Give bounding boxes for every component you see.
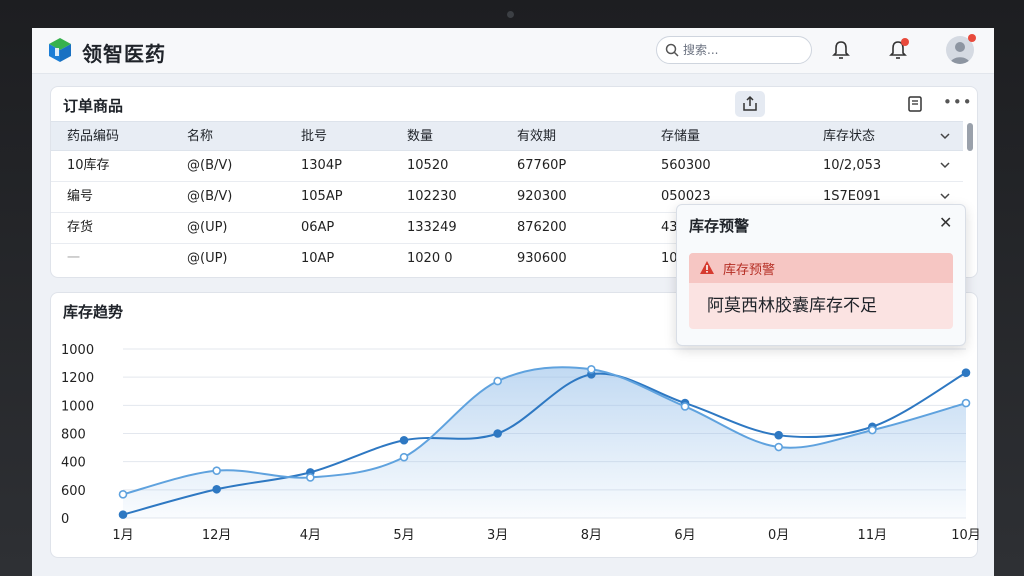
x-tick-label: 12月	[202, 528, 232, 543]
chevron-down-icon[interactable]	[939, 159, 951, 171]
table-cell: 930600	[517, 251, 567, 266]
warning-icon	[700, 261, 714, 274]
x-tick-label: 6月	[674, 528, 695, 543]
x-tick-label: 8月	[581, 528, 602, 543]
export-button[interactable]	[735, 91, 765, 117]
order-items-title: 订单商品	[63, 97, 124, 115]
table-row[interactable]: 10库存 @(B/V) 1304P 10520 67760P 560300 10…	[51, 151, 963, 182]
avatar-badge	[968, 34, 976, 42]
data-point	[118, 490, 128, 499]
chevron-down-icon[interactable]	[939, 130, 951, 142]
data-point	[680, 402, 690, 411]
data-point	[399, 435, 409, 445]
x-tick-label: 3月	[487, 528, 508, 543]
table-cell: @(B/V)	[187, 158, 233, 173]
column-header[interactable]: 名称	[187, 122, 213, 152]
y-tick-label: 1200	[61, 371, 94, 386]
app-screen: 领智医药 搜索... 订单商品 ••• 药品编码 名称 批号 数量 有效期 存储…	[32, 28, 994, 576]
data-point	[493, 376, 502, 386]
table-cell: 876200	[517, 220, 567, 235]
alert-message: 阿莫西林胶囊库存不足	[707, 296, 877, 316]
table-cell: @(UP)	[187, 220, 228, 235]
table-cell: 1020 0	[407, 251, 453, 266]
y-tick-label: 1000	[61, 343, 94, 358]
data-point	[774, 430, 783, 440]
column-header[interactable]: 存储量	[661, 122, 700, 152]
data-point	[212, 466, 221, 475]
table-cell: @(UP)	[187, 251, 228, 266]
table-cell: 一	[67, 251, 81, 266]
notification-badge	[901, 38, 909, 46]
column-header[interactable]: 有效期	[517, 122, 556, 152]
y-tick-label: 600	[61, 484, 86, 499]
data-point	[399, 452, 409, 462]
y-tick-label: 0	[61, 512, 69, 527]
data-point	[118, 510, 128, 519]
table-scrollbar[interactable]	[967, 123, 973, 151]
chevron-down-icon[interactable]	[939, 190, 951, 202]
search-placeholder: 搜索...	[683, 43, 719, 57]
top-bar: 领智医药 搜索...	[32, 28, 994, 74]
table-cell: 105AP	[301, 189, 343, 204]
brand-logo-icon	[49, 38, 71, 62]
table-cell: 06AP	[301, 220, 335, 235]
table-cell: 1304P	[301, 158, 342, 173]
series-area	[123, 367, 966, 518]
bell-icon[interactable]	[832, 40, 850, 60]
popup-title: 库存预警	[689, 217, 750, 235]
data-point	[774, 442, 783, 452]
table-header: 药品编码 名称 批号 数量 有效期 存储量 库存状态	[51, 121, 963, 151]
table-cell: @(B/V)	[187, 189, 233, 204]
column-header[interactable]: 数量	[407, 122, 433, 152]
table-cell: 存货	[67, 220, 94, 235]
search-icon	[665, 43, 679, 57]
y-tick-label: 1000	[61, 399, 94, 414]
table-cell: 10AP	[301, 251, 335, 266]
upload-icon	[743, 95, 757, 111]
column-header[interactable]: 药品编码	[67, 122, 119, 152]
x-tick-label: 0月	[768, 528, 789, 543]
table-cell: 560300	[661, 158, 711, 173]
y-tick-label: 800	[61, 428, 86, 443]
stock-alert-popup: 库存预警 ✕ 库存预警 阿莫西林胶囊库存不足	[676, 204, 966, 346]
x-tick-label: 10月	[951, 528, 979, 543]
table-cell: 10库存	[67, 158, 110, 173]
table-cell: 920300	[517, 189, 567, 204]
data-point	[212, 484, 221, 494]
table-cell: 10520	[407, 158, 449, 173]
data-point	[961, 398, 971, 408]
data-point	[493, 429, 502, 438]
data-point	[868, 425, 877, 435]
x-tick-label: 5月	[393, 528, 414, 543]
data-point	[961, 368, 971, 377]
brand-name: 领智医药	[82, 42, 166, 66]
more-options-icon[interactable]: •••	[943, 93, 973, 111]
column-header[interactable]: 批号	[301, 122, 327, 152]
x-tick-label: 4月	[300, 528, 321, 543]
x-tick-label: 11月	[858, 528, 888, 543]
table-cell: 67760P	[517, 158, 567, 173]
table-cell: 编号	[67, 189, 94, 204]
webcam	[507, 11, 514, 18]
table-cell: 10/2,053	[823, 158, 882, 173]
close-icon[interactable]: ✕	[939, 213, 952, 232]
column-header[interactable]: 库存状态	[823, 122, 875, 152]
alert-label: 库存预警	[723, 263, 776, 278]
document-icon[interactable]	[907, 96, 923, 112]
table-cell: 133249	[407, 220, 457, 235]
data-point	[587, 364, 596, 374]
alert-header: 库存预警	[689, 253, 953, 283]
data-point	[306, 473, 315, 482]
search-input[interactable]: 搜索...	[656, 36, 812, 64]
table-cell: 102230	[407, 189, 457, 204]
x-tick-label: 1月	[112, 528, 133, 543]
y-tick-label: 400	[61, 456, 86, 471]
alert-box: 库存预警 阿莫西林胶囊库存不足	[689, 253, 953, 329]
